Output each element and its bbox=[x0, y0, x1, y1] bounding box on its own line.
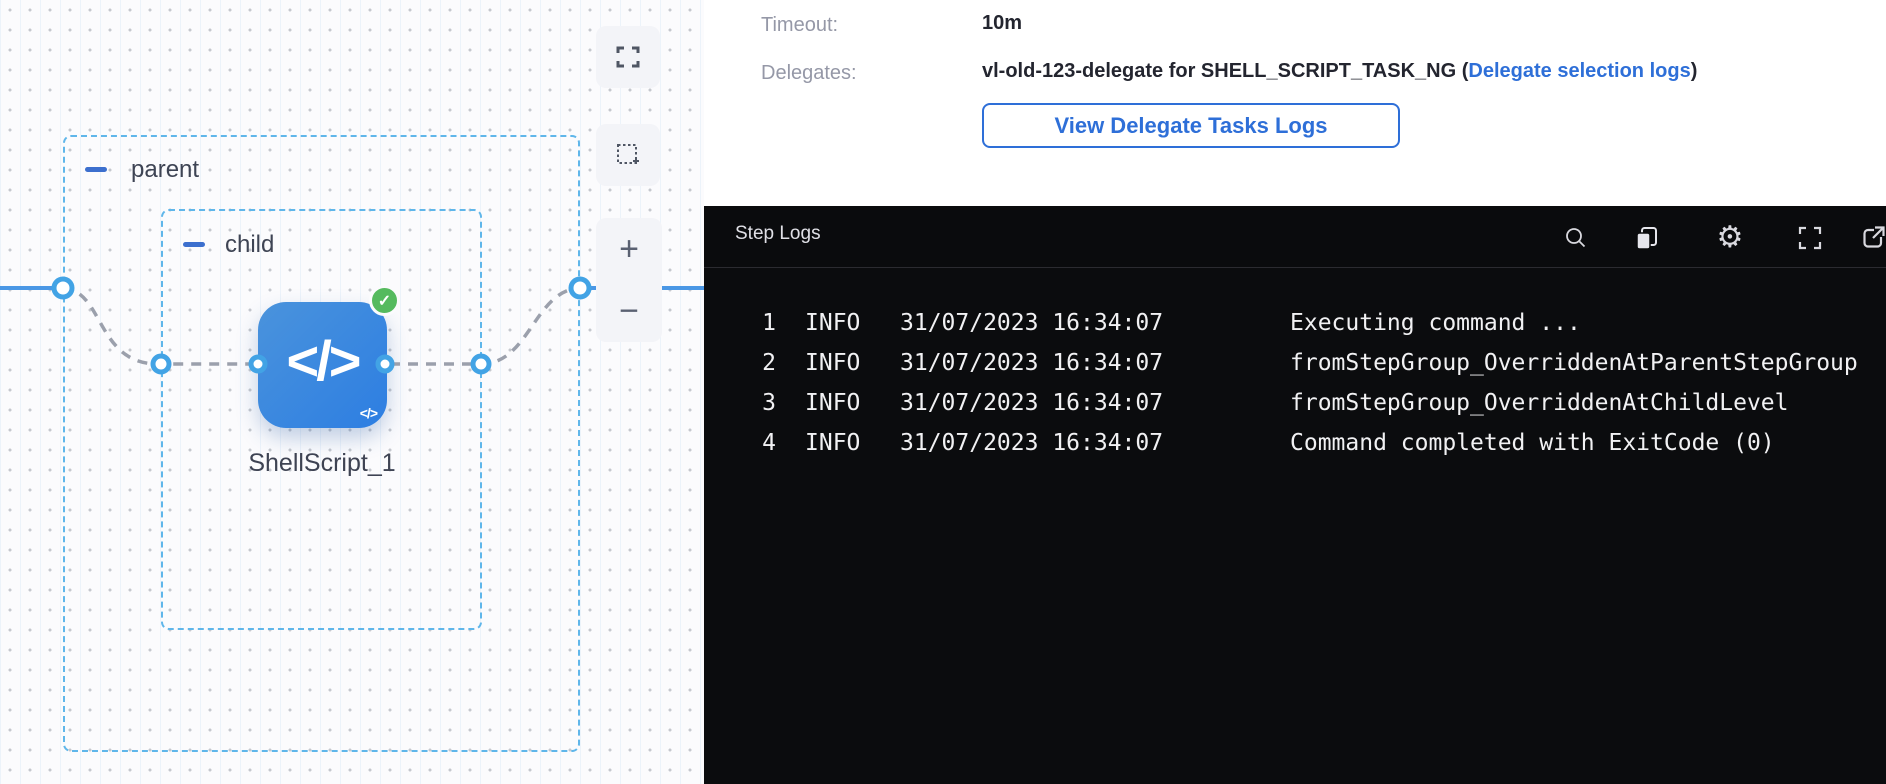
log-message: Command completed with ExitCode (0) bbox=[1290, 430, 1886, 456]
search-icon[interactable] bbox=[1561, 223, 1591, 253]
log-level: INFO bbox=[776, 350, 900, 376]
delegate-selection-logs-link[interactable]: Delegate selection logs bbox=[1468, 60, 1690, 82]
view-delegate-tasks-logs-button[interactable]: View Delegate Tasks Logs bbox=[982, 103, 1400, 148]
zoom-out-button[interactable]: − bbox=[596, 280, 662, 342]
step-logs-title: Step Logs bbox=[735, 223, 821, 245]
parent-group-label: parent bbox=[131, 156, 199, 184]
code-icon: </> bbox=[360, 405, 377, 421]
step-node-label: ShellScript_1 bbox=[222, 449, 422, 478]
pipeline-canvas[interactable]: parent child </> </> ✓ ShellScript_1 bbox=[0, 0, 704, 784]
log-level: INFO bbox=[776, 390, 900, 416]
log-timestamp: 31/07/2023 16:34:07 bbox=[900, 350, 1290, 376]
delegates-label: Delegates: bbox=[761, 62, 857, 85]
log-timestamp: 31/07/2023 16:34:07 bbox=[900, 430, 1290, 456]
log-line: 1 INFO 31/07/2023 16:34:07 Executing com… bbox=[704, 303, 1886, 343]
success-badge: ✓ bbox=[369, 285, 400, 316]
log-line: 2 INFO 31/07/2023 16:34:07 fromStepGroup… bbox=[704, 343, 1886, 383]
code-icon: </> bbox=[258, 302, 387, 418]
zoom-in-button[interactable]: + bbox=[596, 218, 662, 280]
log-line-number: 2 bbox=[704, 350, 776, 376]
log-message: fromStepGroup_OverriddenAtParentStepGrou… bbox=[1290, 350, 1886, 376]
log-line-number: 1 bbox=[704, 310, 776, 336]
delegates-value-suffix: ) bbox=[1691, 60, 1698, 82]
canvas-zoom-panel: + − bbox=[596, 218, 662, 342]
canvas-marquee-select-button[interactable] bbox=[596, 124, 660, 186]
timeout-value: 10m bbox=[982, 12, 1022, 35]
fullscreen-icon[interactable] bbox=[1795, 223, 1825, 253]
fullscreen-icon bbox=[616, 45, 640, 69]
timeout-label: Timeout: bbox=[761, 14, 838, 37]
delegates-value: vl-old-123-delegate for SHELL_SCRIPT_TAS… bbox=[982, 60, 1697, 83]
log-level: INFO bbox=[776, 310, 900, 336]
step-logs-header: Step Logs ⚙ bbox=[704, 206, 1886, 267]
copy-icon[interactable] bbox=[1632, 223, 1662, 253]
log-line: 4 INFO 31/07/2023 16:34:07 Command compl… bbox=[704, 423, 1886, 463]
child-group-label: child bbox=[225, 231, 274, 259]
marquee-select-icon bbox=[615, 142, 641, 168]
minus-icon[interactable] bbox=[85, 167, 107, 172]
log-line: 3 INFO 31/07/2023 16:34:07 fromStepGroup… bbox=[704, 383, 1886, 423]
log-level: INFO bbox=[776, 430, 900, 456]
log-line-number: 4 bbox=[704, 430, 776, 456]
step-node-shellscript[interactable]: </> </> ✓ bbox=[258, 302, 387, 428]
log-lines[interactable]: 1 INFO 31/07/2023 16:34:07 Executing com… bbox=[704, 303, 1886, 463]
settings-icon[interactable]: ⚙ bbox=[1715, 223, 1745, 253]
log-message: Executing command ... bbox=[1290, 310, 1886, 336]
log-timestamp: 31/07/2023 16:34:07 bbox=[900, 390, 1290, 416]
log-timestamp: 31/07/2023 16:34:07 bbox=[900, 310, 1290, 336]
flow-line-left bbox=[0, 286, 63, 290]
external-link-icon[interactable] bbox=[1858, 223, 1886, 253]
canvas-fullscreen-button[interactable] bbox=[596, 26, 660, 88]
step-details-panel: Timeout: 10m Delegates: vl-old-123-deleg… bbox=[704, 0, 1886, 206]
step-logs-panel: Step Logs ⚙ bbox=[704, 206, 1886, 784]
log-line-number: 3 bbox=[704, 390, 776, 416]
header-divider bbox=[704, 267, 1886, 268]
delegate-name: vl-old-123-delegate for SHELL_SCRIPT_TAS… bbox=[982, 60, 1468, 82]
pipeline-execution-view: parent child </> </> ✓ ShellScript_1 bbox=[0, 0, 1886, 784]
minus-icon[interactable] bbox=[183, 242, 205, 247]
log-message: fromStepGroup_OverriddenAtChildLevel bbox=[1290, 390, 1886, 416]
